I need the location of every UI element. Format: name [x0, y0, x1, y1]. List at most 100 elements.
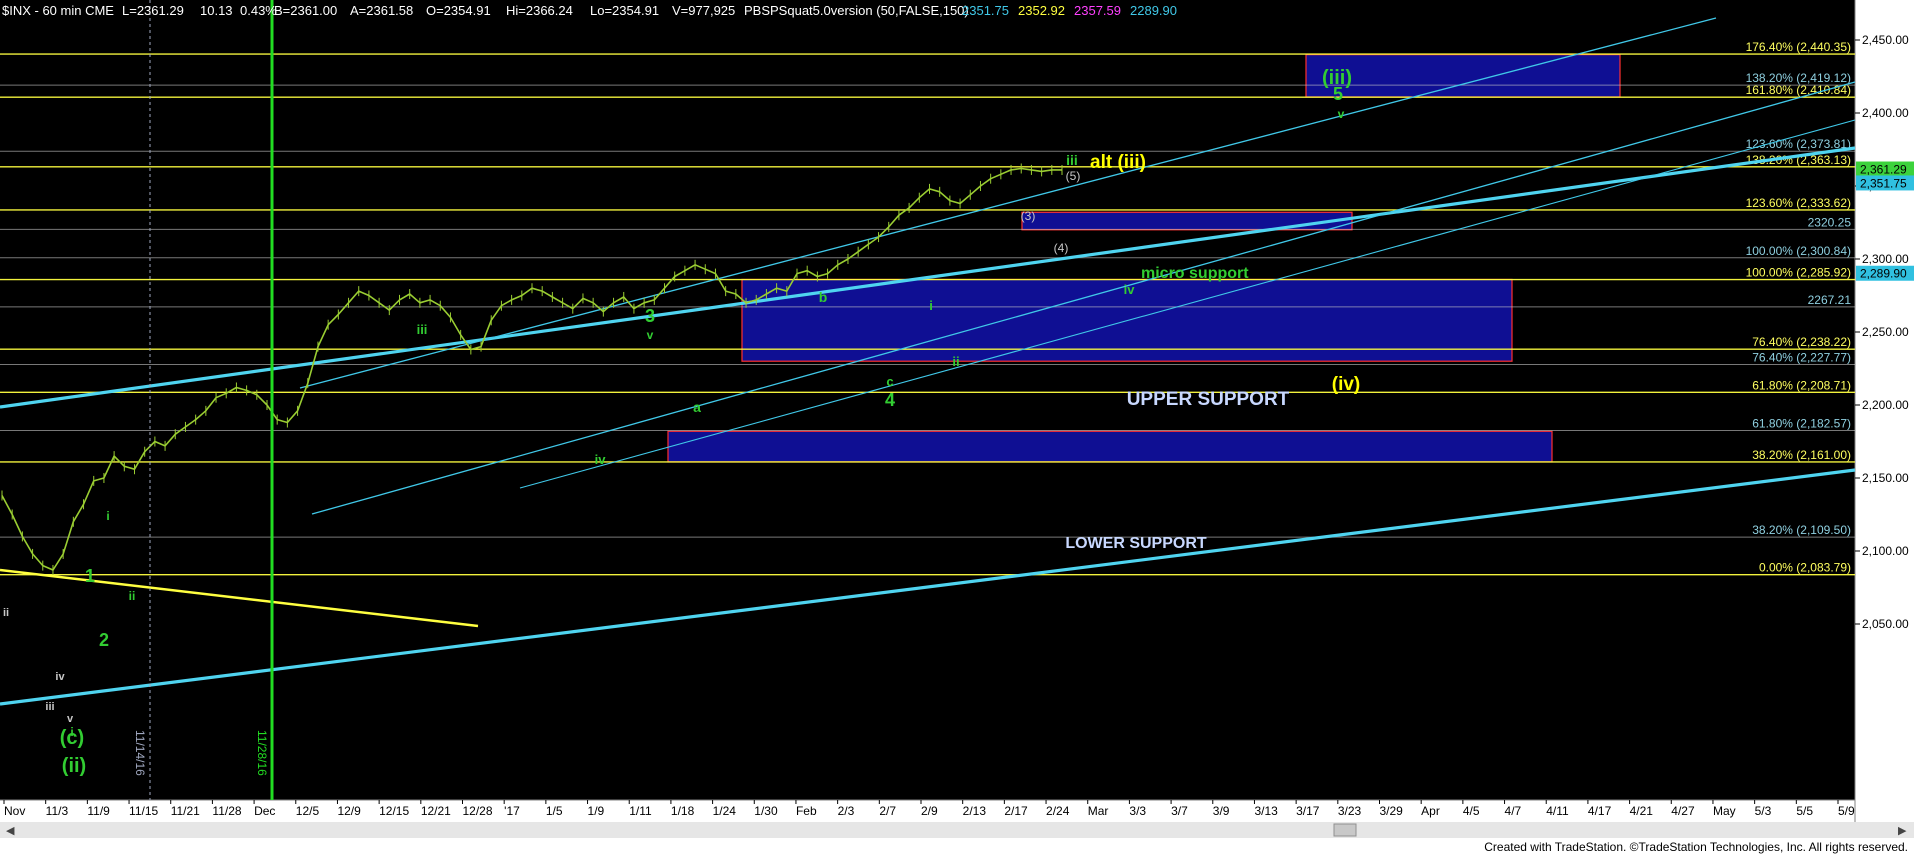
wave-label-ii-1: ii: [129, 589, 136, 603]
header-ind-val1: 2351.75: [962, 3, 1009, 18]
wave-label-b: b: [819, 289, 828, 305]
x-tick-label: 3/13: [1254, 804, 1278, 818]
x-tick-label: 11/21: [171, 804, 200, 818]
fib-label-8: 100.00% (2,285.92): [1746, 266, 1851, 280]
wave-label-4-paren: (4): [1054, 241, 1069, 255]
wave-label-4: 4: [885, 390, 895, 410]
header-symbol: $INX - 60 min CME: [2, 3, 114, 18]
wave-label-alt-iii: alt (iii): [1090, 152, 1146, 173]
fib-label-7: 100.00% (2,300.84): [1746, 244, 1851, 258]
vertical-date-11-28: 11/28/16: [255, 730, 269, 776]
x-tick-label: 3/7: [1171, 804, 1188, 818]
trendline-lower-thick: [0, 468, 1856, 706]
zone-label-upper: UPPER SUPPORT: [1127, 389, 1290, 410]
x-tick-label: 4/27: [1671, 804, 1695, 818]
wave-label-c-small: c: [886, 374, 893, 389]
fib-label-3: 123.60% (2,373.81): [1746, 137, 1851, 151]
price-chart[interactable]: ◀ ▶ Created with TradeStation. ©TradeSta…: [0, 0, 1914, 856]
x-tick-label: 5/5: [1796, 804, 1813, 818]
wave-label-iii-2: iii: [1066, 152, 1078, 168]
fib-label-14: 38.20% (2,161.00): [1752, 448, 1851, 462]
wave-label-i-1: i: [106, 509, 109, 523]
x-tick-label: 4/11: [1546, 804, 1569, 818]
x-tick-label: 5/9: [1838, 804, 1855, 818]
y-tick-label: 2,250.00: [1862, 325, 1909, 339]
fib-label-2: 161.80% (2,410.84): [1746, 83, 1851, 97]
wave-label-ii-paren: (ii): [62, 755, 86, 777]
x-tick-label: 2/7: [879, 804, 896, 818]
vertical-date-11-14: 11/14/16: [133, 730, 147, 776]
header-open: O=2354.91: [426, 3, 491, 18]
wave-label-3: 3: [645, 306, 655, 326]
header-row: $INX - 60 min CME L=2361.29 10.13 0.43% …: [2, 3, 1177, 18]
wave-label-iv-2: iv: [1124, 282, 1136, 297]
wave-label-a: a: [693, 399, 701, 415]
x-tick-label: 2/17: [1004, 804, 1028, 818]
header-ind-val3: 2357.59: [1074, 3, 1121, 18]
header-ask: A=2361.58: [350, 3, 413, 18]
scroll-left-icon[interactable]: ◀: [6, 825, 15, 837]
x-tick-label: Dec: [254, 804, 275, 818]
wave-label-2: 2: [99, 630, 109, 650]
support-zone-3: [667, 430, 1553, 463]
fib-label-11: 76.40% (2,227.77): [1752, 350, 1851, 364]
y-tick-label: 2,200.00: [1862, 398, 1909, 412]
fib-label-6: 2320.25: [1808, 215, 1852, 229]
x-tick-label: 5/3: [1755, 804, 1772, 818]
x-tick-label: '17: [504, 804, 520, 818]
y-tick-label: 2,300.00: [1862, 252, 1909, 266]
wave-label-i-small: i: [70, 725, 73, 739]
trendline-upper-thick: [0, 146, 1856, 409]
x-tick-label: 3/23: [1338, 804, 1362, 818]
price-tag-label: 2,361.29: [1860, 163, 1907, 177]
header-ind-val4: 2289.90: [1130, 3, 1177, 18]
x-tick-label: Feb: [796, 804, 817, 818]
support-zone-1: [1021, 211, 1353, 231]
x-tick-label: 12/5: [296, 804, 320, 818]
x-tick-label: Nov: [4, 804, 25, 818]
wave-label-v-1: v: [647, 328, 654, 342]
x-tick-label: 4/21: [1630, 804, 1654, 818]
fib-label-5: 123.60% (2,333.62): [1746, 196, 1851, 210]
fib-label-12: 61.80% (2,208.71): [1752, 378, 1851, 392]
wave-label-iii-small: iii: [45, 701, 54, 713]
scroll-right-icon[interactable]: ▶: [1898, 825, 1907, 837]
x-tick-label: 1/9: [588, 804, 605, 818]
wave-label-i-2: i: [929, 298, 933, 313]
price-tag-label: 2,289.90: [1860, 267, 1907, 281]
x-tick-label: Mar: [1088, 804, 1109, 818]
wave-label-1: 1: [85, 566, 95, 586]
wave-label-v-small: v: [67, 713, 74, 725]
zone-label-micro: micro support: [1141, 265, 1249, 282]
x-tick-label: 3/29: [1380, 804, 1404, 818]
x-tick-label: May: [1713, 804, 1736, 818]
x-tick-label: 2/13: [963, 804, 987, 818]
scrollbar-thumb[interactable]: [1333, 823, 1357, 837]
fib-label-16: 0.00% (2,083.79): [1759, 561, 1851, 575]
header-change: 10.13: [200, 3, 233, 18]
footer-credit: Created with TradeStation. ©TradeStation…: [1484, 840, 1908, 854]
y-tick-label: 2,150.00: [1862, 471, 1909, 485]
x-tick-label: 12/9: [337, 804, 361, 818]
fib-label-10: 76.40% (2,238.22): [1752, 335, 1851, 349]
header-indicator: PBSPSquat5.0version (50,FALSE,150): [744, 3, 969, 18]
wave-label-5-paren: (5): [1066, 169, 1081, 183]
x-tick-label: 2/3: [838, 804, 855, 818]
x-tick-label: 1/30: [754, 804, 778, 818]
x-tick-label: 12/21: [421, 804, 451, 818]
trendline-yellow-downslope: [0, 568, 479, 628]
wave-label-3-paren: (3): [1021, 209, 1036, 223]
x-tick-label: 11/3: [46, 804, 69, 818]
header-change-pct: 0.43%: [240, 3, 277, 18]
chart-window: ◀ ▶ Created with TradeStation. ©TradeSta…: [0, 0, 1914, 856]
x-tick-label: 3/3: [1129, 804, 1146, 818]
header-bid: B=2361.00: [274, 3, 337, 18]
x-tick-label: 11/15: [129, 804, 158, 818]
y-tick-label: 2,100.00: [1862, 544, 1909, 558]
horizontal-scrollbar[interactable]: [0, 822, 1914, 838]
wave-label-iv-paren: (iv): [1332, 374, 1361, 395]
fib-label-13: 61.80% (2,182.57): [1752, 416, 1851, 430]
x-tick-label: 4/7: [1505, 804, 1522, 818]
x-tick-label: 4/17: [1588, 804, 1612, 818]
fib-label-15: 38.20% (2,109.50): [1752, 523, 1851, 537]
